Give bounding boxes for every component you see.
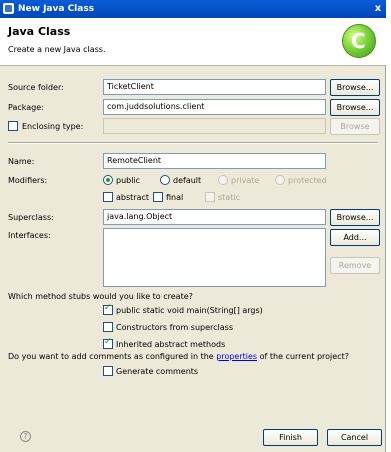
modifier-default-radio[interactable] xyxy=(160,175,170,185)
finish-button[interactable]: Finish xyxy=(263,429,318,446)
enclosing-type-checkbox[interactable] xyxy=(8,121,18,131)
close-icon[interactable]: x xyxy=(371,1,385,16)
enclosing-type-input[interactable] xyxy=(103,118,326,134)
modifier-static-label: static xyxy=(218,193,240,202)
modifier-final-label: final xyxy=(166,193,184,202)
modifier-abstract-label: abstract xyxy=(116,193,150,202)
logo-letter: C xyxy=(351,29,366,53)
wizard-header: Java Class Create a new Java class. C xyxy=(0,18,386,66)
modifiers-label: Modifiers: xyxy=(8,176,48,185)
separator xyxy=(8,142,378,144)
main-method-checkbox[interactable] xyxy=(103,303,113,315)
source-folder-input[interactable]: TicketClient xyxy=(103,79,326,95)
class-logo-icon: C xyxy=(342,24,376,58)
modifier-public-label: public xyxy=(116,176,141,185)
page-title: Java Class xyxy=(8,25,71,38)
add-interface-button[interactable]: Add... xyxy=(330,229,380,246)
inherited-methods-checkbox[interactable] xyxy=(103,337,113,349)
source-folder-label: Source folder: xyxy=(8,83,64,92)
modifier-private-radio[interactable] xyxy=(218,175,228,185)
name-label: Name: xyxy=(8,157,35,166)
constructors-checkbox[interactable] xyxy=(103,322,113,332)
comments-question-start: Do you want to add comments as configure… xyxy=(8,352,217,361)
title-bar: New Java Class x xyxy=(0,0,386,18)
remove-interface-button[interactable]: Remove xyxy=(330,257,380,274)
class-name-input[interactable]: RemoteClient xyxy=(103,153,326,169)
modifier-default-label: default xyxy=(173,176,202,185)
interfaces-list[interactable] xyxy=(103,228,326,287)
superclass-label: Superclass: xyxy=(8,213,54,222)
comments-question-end: of the current project? xyxy=(257,352,349,361)
properties-link[interactable]: properties xyxy=(216,352,257,361)
java-class-wizard-icon xyxy=(3,3,14,14)
modifier-static-checkbox[interactable] xyxy=(205,192,215,202)
enclosing-type-browse-button[interactable]: Browse xyxy=(330,118,380,135)
main-method-label: public static void main(String[] args) xyxy=(116,306,263,315)
source-folder-browse-button[interactable]: Browse... xyxy=(330,79,380,96)
generate-comments-checkbox[interactable] xyxy=(103,366,113,376)
new-java-class-dialog: New Java Class x Java Class Create a new… xyxy=(0,0,386,452)
interfaces-label: Interfaces: xyxy=(8,231,51,240)
superclass-input[interactable]: java.lang.Object xyxy=(103,209,326,225)
modifier-protected-label: protected xyxy=(288,176,327,185)
page-description: Create a new Java class. xyxy=(8,45,106,54)
help-icon[interactable]: ? xyxy=(20,431,31,442)
window-title: New Java Class xyxy=(18,4,95,14)
package-input[interactable]: com.juddsolutions.client xyxy=(103,99,326,115)
modifier-abstract-checkbox[interactable] xyxy=(103,192,113,202)
superclass-browse-button[interactable]: Browse... xyxy=(330,209,380,226)
enclosing-type-label: Enclosing type: xyxy=(22,122,84,131)
method-stubs-question: Which method stubs would you like to cre… xyxy=(8,292,193,301)
comments-question: Do you want to add comments as configure… xyxy=(8,352,349,361)
package-label: Package: xyxy=(8,103,44,112)
modifier-final-checkbox[interactable] xyxy=(153,192,163,202)
constructors-label: Constructors from superclass xyxy=(116,323,234,332)
generate-comments-label: Generate comments xyxy=(116,367,199,376)
package-browse-button[interactable]: Browse... xyxy=(330,99,380,116)
modifier-private-label: private xyxy=(231,176,260,185)
inherited-methods-label: Inherited abstract methods xyxy=(116,340,226,349)
modifier-public-radio[interactable] xyxy=(103,175,113,185)
cancel-button[interactable]: Cancel xyxy=(327,429,382,446)
modifier-protected-radio[interactable] xyxy=(275,175,285,185)
